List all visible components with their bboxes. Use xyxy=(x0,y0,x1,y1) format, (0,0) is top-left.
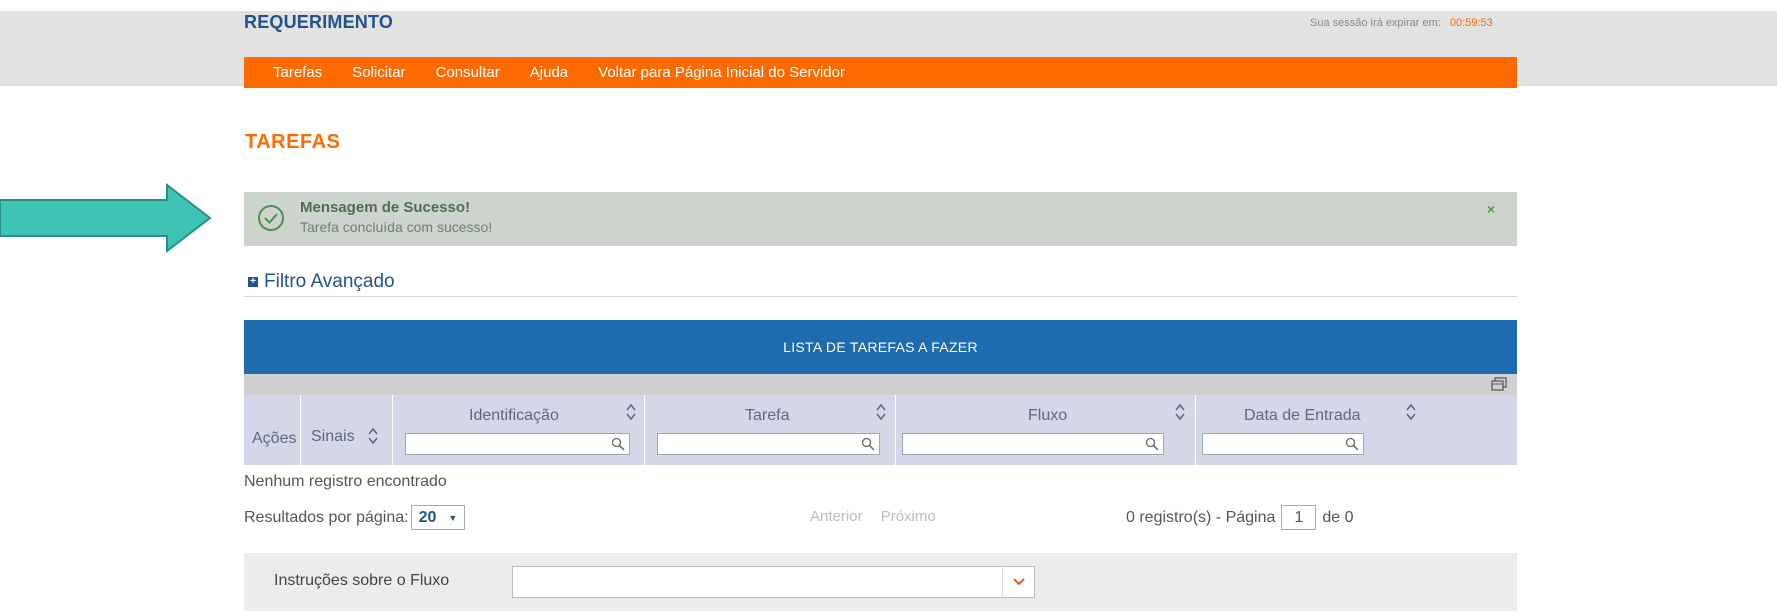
main-menu: Tarefas Solicitar Consultar Ajuda Voltar… xyxy=(244,57,1517,88)
search-icon xyxy=(1345,437,1359,451)
col-label-sinais: Sinais xyxy=(311,428,355,445)
col-acoes: Ações xyxy=(244,395,301,465)
success-message: Mensagem de Sucesso! Tarefa concluída co… xyxy=(244,192,1517,246)
flow-instructions-select[interactable] xyxy=(512,566,1035,598)
session-timer: 00:59:53 xyxy=(1449,17,1493,29)
menu-item-tarefas[interactable]: Tarefas xyxy=(273,64,322,81)
empty-table-message: Nenhum registro encontrado xyxy=(244,473,447,490)
col-label-fluxo: Fluxo xyxy=(1028,407,1068,424)
table-column-headers: Ações Sinais Identificação Tarefa Fluxo … xyxy=(244,395,1517,465)
divider xyxy=(244,296,1517,297)
per-page-label: Resultados por página: xyxy=(244,508,409,526)
advanced-filter-toggle[interactable]: + Filtro Avançado xyxy=(248,271,395,293)
tarefa-filter-input[interactable] xyxy=(657,433,880,455)
success-text: Tarefa concluída com sucesso! xyxy=(300,219,493,235)
sort-icon[interactable] xyxy=(875,403,887,421)
chevron-down-icon[interactable] xyxy=(1002,567,1034,597)
caret-down-icon: ▼ xyxy=(448,512,458,523)
search-icon xyxy=(861,437,875,451)
col-tarefa[interactable]: Tarefa xyxy=(645,395,896,465)
sort-icon[interactable] xyxy=(625,403,637,421)
records-label: 0 registro(s) - Página xyxy=(1126,508,1276,526)
col-fluxo[interactable]: Fluxo xyxy=(896,395,1196,465)
session-label: Sua sessão irá expirar em: xyxy=(1310,17,1441,29)
prev-page-link[interactable]: Anterior xyxy=(810,508,863,525)
flow-instructions-label: Instruções sobre o Fluxo xyxy=(274,572,450,589)
flow-instructions-panel: Instruções sobre o Fluxo xyxy=(244,553,1517,611)
per-page-select[interactable]: 20 ▼ xyxy=(410,505,466,530)
table-title: LISTA DE TAREFAS A FAZER xyxy=(244,320,1517,374)
expand-icon: + xyxy=(248,277,258,287)
success-title: Mensagem de Sucesso! xyxy=(300,199,471,216)
next-page-link[interactable]: Próximo xyxy=(881,508,936,525)
data-entrada-filter-input[interactable] xyxy=(1202,433,1364,455)
per-page-control: Resultados por página: 20 ▼ xyxy=(244,505,466,530)
col-label-acoes: Ações xyxy=(252,430,297,447)
identificacao-filter-input[interactable] xyxy=(405,433,630,455)
close-icon[interactable]: × xyxy=(1487,201,1495,217)
annotation-arrow-icon xyxy=(0,183,212,253)
column-toggle-icon[interactable] xyxy=(1491,377,1507,391)
session-expiry: Sua sessão irá expirar em: 00:59:53 xyxy=(1310,17,1493,29)
pager-nav: Anterior Próximo xyxy=(810,508,950,525)
col-data-entrada[interactable]: Data de Entrada xyxy=(1196,395,1517,465)
col-label-identificacao: Identificação xyxy=(469,407,559,424)
check-circle-icon xyxy=(258,205,284,231)
menu-item-consultar[interactable]: Consultar xyxy=(436,64,500,81)
col-sinais[interactable]: Sinais xyxy=(301,395,393,465)
page-status: 0 registro(s) - Página 1 de 0 xyxy=(1126,505,1354,530)
fluxo-filter-input[interactable] xyxy=(902,433,1164,455)
advanced-filter-label: Filtro Avançado xyxy=(264,271,395,292)
page-of-label: de 0 xyxy=(1322,508,1354,526)
page-number-input[interactable]: 1 xyxy=(1281,505,1317,530)
sort-icon[interactable] xyxy=(367,427,379,445)
col-label-data-entrada: Data de Entrada xyxy=(1244,407,1361,424)
sort-icon[interactable] xyxy=(1405,403,1417,421)
menu-item-voltar[interactable]: Voltar para Página Inicial do Servidor xyxy=(598,64,845,81)
per-page-value: 20 xyxy=(418,508,437,526)
col-label-tarefa: Tarefa xyxy=(745,407,790,424)
menu-item-ajuda[interactable]: Ajuda xyxy=(530,64,568,81)
table-toolbar xyxy=(244,374,1517,395)
page-title: TAREFAS xyxy=(245,131,341,153)
sort-icon[interactable] xyxy=(1174,403,1186,421)
search-icon xyxy=(1145,437,1159,451)
col-identificacao[interactable]: Identificação xyxy=(393,395,645,465)
search-icon xyxy=(611,437,625,451)
app-title: REQUERIMENTO xyxy=(244,12,394,32)
menu-item-solicitar[interactable]: Solicitar xyxy=(352,64,405,81)
